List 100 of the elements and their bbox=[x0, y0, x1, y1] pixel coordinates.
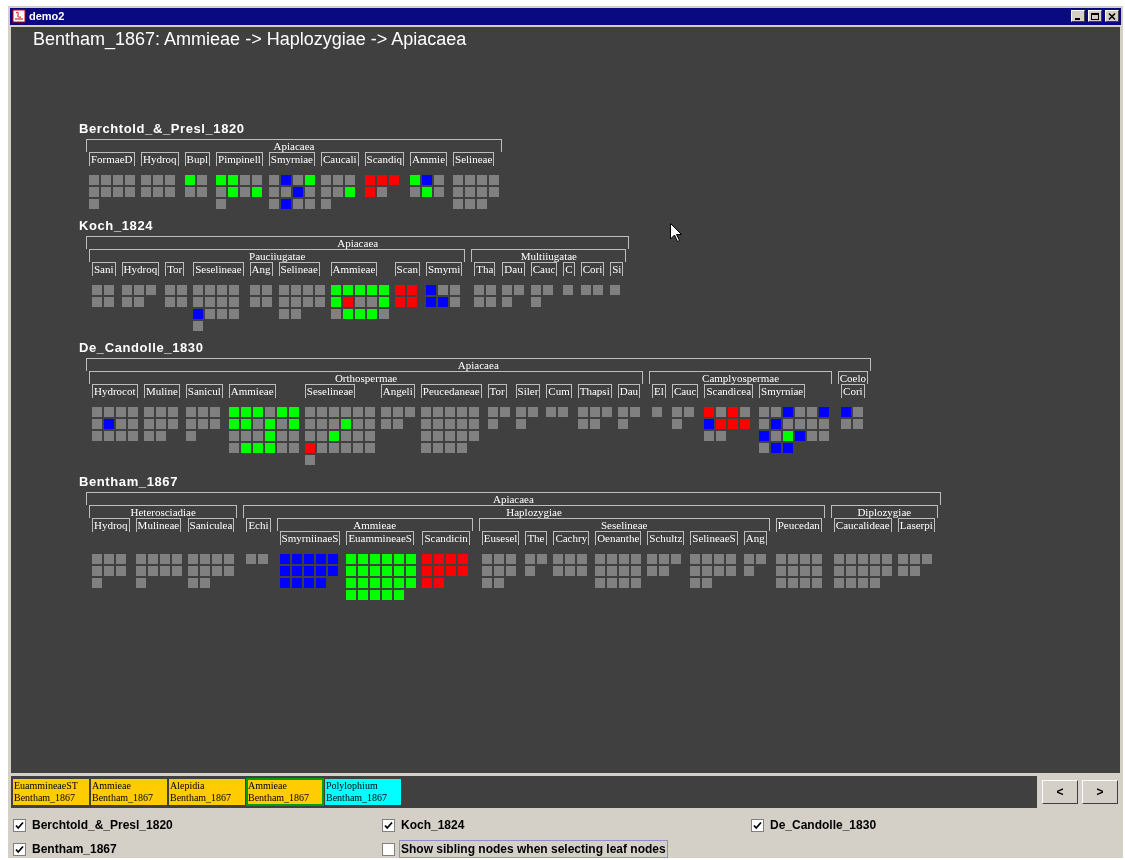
leaf-label[interactable]: Cori bbox=[580, 261, 605, 276]
leaf-label[interactable]: Scan bbox=[394, 261, 420, 276]
taxon-tag[interactable]: Ammieae Bentham_1867 bbox=[90, 778, 168, 807]
group-bracket[interactable]: Diplozygiae bbox=[830, 504, 938, 518]
leaf-label[interactable]: Dau bbox=[502, 261, 525, 276]
leaf-label[interactable]: Ammieae bbox=[330, 261, 378, 276]
checkbox[interactable] bbox=[382, 842, 395, 856]
leaf-label[interactable]: Pimpinell bbox=[216, 151, 263, 166]
leaf-label[interactable]: Scandiq bbox=[364, 151, 405, 166]
leaf-label[interactable]: Sani bbox=[92, 261, 116, 276]
leaf-label[interactable]: Selineae bbox=[278, 261, 320, 276]
leaf-label[interactable]: Cauc bbox=[530, 261, 558, 276]
option-label[interactable]: Koch_1824 bbox=[399, 816, 467, 834]
leaf-label[interactable]: Ammieae bbox=[228, 383, 276, 398]
view-header: Bentham_1867: Ammieae -> Haplozygiae -> Apiacaea bbox=[33, 28, 467, 49]
maximize-button[interactable] bbox=[1088, 10, 1102, 23]
group-bracket[interactable]: Multiiugatae bbox=[471, 248, 627, 262]
leaf-label[interactable]: FormaeD bbox=[89, 151, 135, 166]
leaf-label[interactable]: Eusesel bbox=[481, 530, 520, 545]
close-button[interactable] bbox=[1105, 10, 1119, 23]
leaf-label[interactable]: Hydroq bbox=[121, 261, 160, 276]
leaf-label[interactable]: SmyrniinaeS bbox=[279, 530, 341, 545]
leaf-label[interactable]: Ammie bbox=[410, 151, 448, 166]
taxonomy-title: Berchtold_&_Presl_1820 bbox=[79, 120, 245, 136]
minimize-button[interactable] bbox=[1071, 10, 1085, 23]
group-bracket[interactable]: Camplyospermae bbox=[649, 370, 833, 384]
previous-button[interactable]: < bbox=[1042, 780, 1078, 805]
leaf-label[interactable]: Selineae bbox=[453, 151, 495, 166]
leaf-label[interactable]: Ang bbox=[743, 530, 767, 545]
leaf-label[interactable]: Laserpi bbox=[897, 517, 935, 532]
leaf-label[interactable]: Oenanthe bbox=[595, 530, 642, 545]
checkbox[interactable] bbox=[13, 818, 26, 832]
group-bracket[interactable]: Apiacaea bbox=[86, 357, 871, 371]
group-bracket[interactable]: Coelo bbox=[838, 370, 868, 384]
leaf-label[interactable]: The bbox=[525, 530, 547, 545]
leaf-label[interactable]: Thapsi bbox=[577, 383, 612, 398]
leaf-label[interactable]: Seselineae bbox=[193, 261, 244, 276]
taxonomy-title: Koch_1824 bbox=[79, 217, 154, 233]
leaf-label[interactable]: Smyrni bbox=[425, 261, 463, 276]
leaf-label[interactable]: Angeli bbox=[380, 383, 415, 398]
taxon-tag[interactable]: EuammineaeST Bentham_1867 bbox=[12, 778, 90, 807]
leaf-label[interactable]: Caucali bbox=[320, 151, 359, 166]
leaf-label[interactable]: Tha bbox=[474, 261, 496, 276]
maximize-icon bbox=[1090, 11, 1100, 21]
leaf-label[interactable]: Ang bbox=[249, 261, 273, 276]
leaf-label[interactable]: Scandicin bbox=[422, 530, 470, 545]
option-label[interactable]: Show sibling nodes when selecting leaf nodes bbox=[399, 840, 668, 858]
group-bracket[interactable]: Apiacaea bbox=[86, 491, 941, 505]
leaf-label[interactable]: Sanicul bbox=[185, 383, 223, 398]
leaf-label[interactable]: Seselineae bbox=[304, 383, 356, 398]
leaf-label[interactable]: Mulineae bbox=[135, 517, 182, 532]
next-button[interactable]: > bbox=[1082, 780, 1118, 805]
close-icon bbox=[1107, 11, 1117, 21]
leaf-label[interactable]: SelineaeS bbox=[690, 530, 738, 545]
leaf-label[interactable]: Schultz bbox=[647, 530, 685, 545]
leaf-label[interactable]: Hydrocot bbox=[92, 383, 138, 398]
leaf-label[interactable]: Cum bbox=[546, 383, 572, 398]
checkbox[interactable] bbox=[751, 818, 764, 832]
leaf-label[interactable]: Echi bbox=[246, 517, 271, 532]
leaf-label[interactable]: Si bbox=[610, 261, 624, 276]
group-bracket[interactable]: Ammieae bbox=[276, 517, 473, 531]
taxon-tag[interactable]: Polylophium Bentham_1867 bbox=[324, 778, 402, 807]
group-bracket[interactable]: Pauciiugatae bbox=[89, 248, 466, 262]
leaf-label[interactable]: Siler bbox=[515, 383, 541, 398]
leaf-label[interactable]: Cauc bbox=[671, 383, 699, 398]
leaf-label[interactable]: Saniculea bbox=[187, 517, 235, 532]
group-bracket[interactable]: Haplozygiae bbox=[243, 504, 825, 518]
leaf-label[interactable]: Tor bbox=[165, 261, 185, 276]
leaf-label[interactable]: Caucalideae bbox=[833, 517, 892, 532]
leaf-label[interactable]: C bbox=[563, 261, 575, 276]
leaf-label[interactable]: Smyrniae bbox=[759, 383, 806, 398]
leaf-label[interactable]: Peucedan bbox=[775, 517, 822, 532]
group-bracket[interactable]: Seselineae bbox=[478, 517, 770, 531]
leaf-label[interactable]: Dau bbox=[617, 383, 641, 398]
leaf-label[interactable]: Peucedaneae bbox=[420, 383, 482, 398]
checkbox[interactable] bbox=[382, 818, 395, 832]
leaf-label[interactable]: Tor bbox=[487, 383, 507, 398]
group-bracket[interactable]: Apiacaea bbox=[86, 235, 630, 249]
app-icon bbox=[12, 9, 26, 24]
taxon-tag[interactable]: Alepidia Bentham_1867 bbox=[168, 778, 246, 807]
taxon-tag[interactable]: Ammieae Bentham_1867 bbox=[246, 778, 324, 807]
window-title: demo2 bbox=[29, 10, 66, 23]
leaf-label[interactable]: Bupl bbox=[184, 151, 210, 166]
leaf-label[interactable]: Cori bbox=[841, 383, 865, 398]
option-label[interactable]: De_Candolle_1830 bbox=[768, 816, 879, 834]
checkbox[interactable] bbox=[13, 842, 26, 856]
leaf-label[interactable]: Muline bbox=[144, 383, 180, 398]
group-bracket[interactable]: Apiacaea bbox=[86, 138, 503, 152]
leaf-label[interactable]: EuammineaeS bbox=[346, 530, 414, 545]
leaf-label[interactable]: Cachry bbox=[553, 530, 590, 545]
leaf-label[interactable]: El bbox=[652, 383, 666, 398]
leaf-label[interactable]: Scandicea bbox=[704, 383, 754, 398]
group-bracket[interactable]: Heterosciadiae bbox=[89, 504, 238, 518]
option-label[interactable]: Berchtold_&_Presl_1820 bbox=[30, 816, 175, 834]
option-label[interactable]: Bentham_1867 bbox=[30, 840, 119, 858]
leaf-label[interactable]: Hydroq bbox=[141, 151, 179, 166]
leaf-label[interactable]: Smyrniae bbox=[268, 151, 315, 166]
taxonomy-title: De_Candolle_1830 bbox=[79, 339, 204, 355]
leaf-label[interactable]: Hydroq bbox=[92, 517, 130, 532]
group-bracket[interactable]: Orthospermae bbox=[89, 370, 644, 384]
